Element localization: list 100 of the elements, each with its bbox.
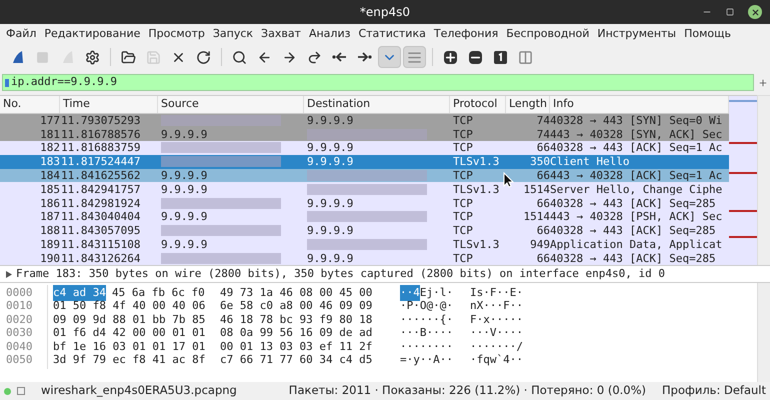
menu-item[interactable]: Запуск bbox=[212, 26, 254, 42]
close-icon bbox=[750, 8, 760, 16]
table-cell: 9.9.9.9 bbox=[307, 196, 354, 210]
hex-bytes: c4 ad 34 bbox=[53, 284, 106, 301]
hex-bytes: 46 18 78 bc 93 f9 80 18 bbox=[219, 312, 374, 328]
close-button[interactable] bbox=[748, 5, 762, 19]
window-title: *enp4s0 bbox=[360, 4, 410, 21]
arrow-right-icon bbox=[282, 50, 297, 64]
table-cell-text: 443 → 40328 [SYN, ACK] Sec bbox=[550, 128, 724, 140]
ascii-bytes: nX···F·· bbox=[470, 298, 523, 314]
table-cell-text: 188 bbox=[39, 225, 60, 236]
shark-fin-icon bbox=[10, 50, 24, 64]
ascii-bytes: ···V···· bbox=[470, 325, 523, 341]
hex-offset: 0040 bbox=[0, 338, 48, 355]
table-cell-text: 184 bbox=[39, 170, 60, 182]
menu-item[interactable]: Помощь bbox=[684, 26, 731, 42]
table-cell-text: 187 bbox=[39, 211, 60, 222]
table-cell-text: 949 bbox=[529, 239, 550, 250]
menu-item[interactable]: Инструменты bbox=[597, 26, 676, 42]
table-cell-text: 40328 → 443 [ACK] Seq=285 bbox=[550, 198, 717, 209]
profile-label[interactable]: Профиль: Default bbox=[662, 382, 766, 400]
column-header[interactable]: No. bbox=[0, 96, 60, 112]
table-cell: 9.9.9.9 bbox=[307, 114, 354, 127]
menu-item[interactable]: Редактирование bbox=[44, 26, 140, 42]
save-icon bbox=[146, 50, 161, 64]
column-header[interactable]: Source bbox=[158, 96, 304, 112]
table-cell-text: TCP bbox=[452, 114, 474, 126]
packet-row[interactable]: 177 11.793075293 9.9.9.9 TCP 7440328 → 443 [SYN] Seq=0 Wi bbox=[0, 114, 729, 128]
table-cell-text: 11.816883759 bbox=[60, 142, 142, 154]
hex-bytes: 01 f6 d4 42 00 00 01 01 bbox=[53, 325, 206, 341]
folder-icon bbox=[121, 50, 136, 64]
table-cell: 9.9.9.9 bbox=[307, 141, 354, 154]
menu-item[interactable]: Телефония bbox=[434, 26, 498, 42]
packet-row[interactable]: 181 11.816788576 9.9.9.9 TCP 74443 → 40328 [SYN, ACK] Sec bbox=[0, 127, 729, 142]
bookmark-icon bbox=[5, 78, 9, 86]
table-cell: 9.9.9.9 bbox=[307, 252, 354, 265]
table-cell: 9.9.9.9 bbox=[161, 238, 208, 252]
arrow-to-dot-right-icon bbox=[357, 51, 372, 63]
maximize-icon[interactable] bbox=[726, 8, 734, 16]
column-header[interactable]: Protocol bbox=[450, 96, 506, 112]
one-to-one-icon bbox=[494, 50, 507, 64]
curved-arrow-icon bbox=[307, 50, 322, 64]
vertical-scrollbar[interactable] bbox=[757, 283, 770, 382]
vertical-scrollbar[interactable] bbox=[757, 95, 770, 265]
packet-row[interactable]: 183 11.817524447 9.9.9.9 TLSv1.3 350Client Hello bbox=[0, 154, 729, 169]
table-cell-text: 185 bbox=[39, 184, 60, 195]
table-cell-text: 181 bbox=[39, 128, 60, 140]
table-cell-text: 40328 → 443 [ACK] Seq=285 bbox=[550, 252, 717, 264]
table-cell-text: 190 bbox=[39, 252, 60, 264]
expand-arrow-icon[interactable] bbox=[6, 270, 12, 278]
hex-bytes: 08 0a 99 56 16 09 de ad bbox=[219, 325, 374, 341]
table-cell-text: 11.842981924 bbox=[60, 198, 142, 209]
table-cell-text: 11.841625562 bbox=[60, 170, 142, 182]
add-icon[interactable] bbox=[758, 78, 768, 88]
menu-item[interactable]: Файл bbox=[6, 26, 36, 42]
ascii-bytes: F·x····· bbox=[470, 312, 523, 328]
column-header[interactable]: Length bbox=[506, 96, 550, 112]
hex-bytes: 3d 9f 79 ec f8 41 ac 8f bbox=[53, 352, 206, 368]
table-cell-text: 11.843057095 bbox=[60, 225, 142, 236]
hex-bytes: 45 6a fb 6c f0 bbox=[112, 284, 205, 300]
ascii-bytes: ·P·O@·@· bbox=[400, 298, 453, 314]
edit-icon[interactable] bbox=[17, 387, 25, 395]
hex-offset: 0020 bbox=[0, 312, 48, 328]
ascii-bytes: Is·F··E· bbox=[470, 284, 523, 300]
table-cell-text: 74 bbox=[536, 114, 550, 126]
menu-item[interactable]: Беспроводной bbox=[506, 26, 590, 42]
ascii-bytes: Ej·l· bbox=[420, 284, 453, 300]
hex-bytes: 00 01 13 03 03 ef 11 2f bbox=[219, 338, 374, 354]
table-cell-text: 11.842941757 bbox=[60, 184, 142, 195]
table-cell-text: 11.843115108 bbox=[60, 239, 142, 250]
table-cell-text: 11.843040404 bbox=[60, 211, 142, 222]
table-cell-text: TCP bbox=[452, 198, 474, 209]
table-cell-text: TCP bbox=[452, 225, 474, 236]
resize-columns-icon bbox=[518, 50, 533, 64]
table-cell: 9.9.9.9 bbox=[307, 155, 354, 168]
settings-icon bbox=[85, 50, 100, 64]
column-header[interactable]: Time bbox=[60, 96, 158, 112]
hex-bytes: bf 1e 16 03 01 01 17 01 bbox=[53, 338, 206, 354]
zoom-out-icon bbox=[469, 50, 482, 64]
packet-row[interactable]: 184 11.841625562 9.9.9.9 TCP 66443 → 40328 [ACK] Seq=1 Ac bbox=[0, 168, 729, 182]
filter-field[interactable]: ip.addr==9.9.9.9 bbox=[2, 74, 754, 91]
menu-item[interactable]: Просмотр bbox=[148, 26, 205, 42]
table-cell: 9.9.9.9 bbox=[161, 210, 208, 224]
menu-item[interactable]: Захват bbox=[261, 26, 301, 42]
ascii-bytes: ········ bbox=[400, 338, 453, 354]
table-cell-text: 183 bbox=[39, 156, 60, 168]
table-cell-text: TLSv1.3 bbox=[452, 239, 500, 250]
table-cell-text: TCP bbox=[452, 252, 474, 264]
mouse-pointer-icon bbox=[503, 172, 514, 188]
menu-item[interactable]: Статистика bbox=[358, 26, 426, 42]
table-cell-text: 40328 → 443 [ACK] Seq=1 Ac bbox=[550, 142, 724, 154]
table-cell-text: 74 bbox=[536, 128, 550, 140]
table-cell-text: 66 bbox=[536, 198, 550, 209]
table-cell-text: Server Hello, Change Ciphe bbox=[550, 184, 724, 195]
table-cell-text: 350 bbox=[529, 156, 550, 168]
lines-icon bbox=[407, 50, 422, 64]
table-cell-text: TLSv1.3 bbox=[452, 184, 500, 195]
hex-bytes: 49 73 1a 46 08 00 45 00 bbox=[219, 284, 374, 300]
menu-item[interactable]: Анализ bbox=[308, 26, 350, 42]
column-header[interactable]: Destination bbox=[304, 96, 450, 112]
